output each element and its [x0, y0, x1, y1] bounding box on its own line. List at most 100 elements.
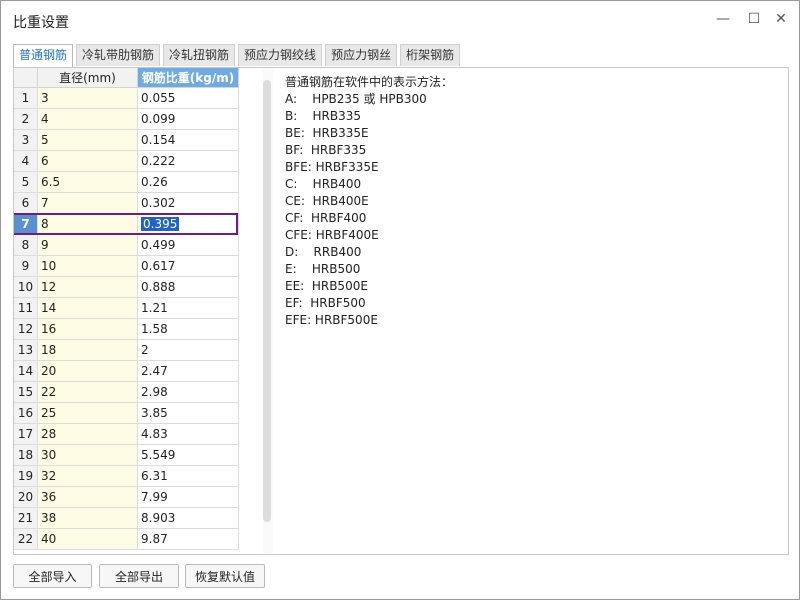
row-number[interactable]: 9 [14, 256, 38, 277]
row-number[interactable]: 14 [14, 361, 38, 382]
table-row[interactable]: 16 25 3.85 [14, 403, 239, 424]
weight-cell[interactable]: 8.903 [138, 508, 239, 529]
row-number[interactable]: 3 [14, 130, 38, 151]
diameter-cell[interactable]: 10 [38, 256, 138, 277]
maximize-button[interactable]: ☐ [741, 7, 767, 31]
table-row[interactable]: 5 6.5 0.26 [14, 172, 239, 193]
row-number[interactable]: 20 [14, 487, 38, 508]
weight-cell[interactable]: 6.31 [138, 466, 239, 487]
row-number[interactable]: 12 [14, 319, 38, 340]
table-row[interactable]: 9 10 0.617 [14, 256, 239, 277]
table-row[interactable]: 11 14 1.21 [14, 298, 239, 319]
row-number[interactable]: 13 [14, 340, 38, 361]
tab-0[interactable]: 普通钢筋 [13, 44, 74, 67]
weight-cell[interactable]: 5.549 [138, 445, 239, 466]
weight-cell[interactable]: 9.87 [138, 529, 239, 550]
diameter-cell[interactable]: 20 [38, 361, 138, 382]
weight-cell[interactable]: 0.888 [138, 277, 239, 298]
header-diameter[interactable]: 直径(mm) [38, 68, 138, 88]
row-number[interactable]: 17 [14, 424, 38, 445]
weight-cell[interactable]: 0.395 [138, 214, 239, 235]
row-number[interactable]: 11 [14, 298, 38, 319]
diameter-cell[interactable]: 8 [38, 214, 138, 235]
row-number[interactable]: 21 [14, 508, 38, 529]
diameter-cell[interactable]: 6.5 [38, 172, 138, 193]
diameter-cell[interactable]: 22 [38, 382, 138, 403]
row-number[interactable]: 10 [14, 277, 38, 298]
weight-cell[interactable]: 7.99 [138, 487, 239, 508]
table-row[interactable]: 2 4 0.099 [14, 109, 239, 130]
table-row[interactable]: 12 16 1.58 [14, 319, 239, 340]
table-row[interactable]: 17 28 4.83 [14, 424, 239, 445]
table-row[interactable]: 10 12 0.888 [14, 277, 239, 298]
weight-cell[interactable]: 0.617 [138, 256, 239, 277]
weight-cell[interactable]: 0.055 [138, 88, 239, 109]
diameter-cell[interactable]: 7 [38, 193, 138, 214]
table-row[interactable]: 20 36 7.99 [14, 487, 239, 508]
row-number[interactable]: 1 [14, 88, 38, 109]
tab-1[interactable]: 冷轧带肋钢筋 [76, 44, 161, 66]
weight-cell[interactable]: 4.83 [138, 424, 239, 445]
import-all-button[interactable]: 全部导入 [13, 564, 92, 588]
table-row[interactable]: 6 7 0.302 [14, 193, 239, 214]
row-number[interactable]: 19 [14, 466, 38, 487]
table-row[interactable]: 15 22 2.98 [14, 382, 239, 403]
weight-cell[interactable]: 2 [138, 340, 239, 361]
diameter-cell[interactable]: 25 [38, 403, 138, 424]
table-row[interactable]: 18 30 5.549 [14, 445, 239, 466]
diameter-cell[interactable]: 5 [38, 130, 138, 151]
minimize-button[interactable]: — [710, 7, 736, 31]
weight-cell[interactable]: 2.98 [138, 382, 239, 403]
table-row[interactable]: 13 18 2 [14, 340, 239, 361]
diameter-cell[interactable]: 32 [38, 466, 138, 487]
row-number[interactable]: 6 [14, 193, 38, 214]
tab-3[interactable]: 预应力钢绞线 [238, 44, 323, 66]
diameter-cell[interactable]: 38 [38, 508, 138, 529]
tab-5[interactable]: 桁架钢筋 [400, 44, 461, 66]
diameter-cell[interactable]: 36 [38, 487, 138, 508]
export-all-button[interactable]: 全部导出 [99, 564, 179, 588]
restore-default-button[interactable]: 恢复默认值 [185, 564, 265, 588]
weight-cell[interactable]: 1.21 [138, 298, 239, 319]
tab-4[interactable]: 预应力钢丝 [325, 44, 398, 66]
row-number[interactable]: 16 [14, 403, 38, 424]
tab-2[interactable]: 冷轧扭钢筋 [163, 44, 236, 66]
diameter-cell[interactable]: 12 [38, 277, 138, 298]
table-row[interactable]: 4 6 0.222 [14, 151, 239, 172]
scrollbar-thumb[interactable] [263, 80, 271, 522]
weight-cell[interactable]: 3.85 [138, 403, 239, 424]
table-row[interactable]: 14 20 2.47 [14, 361, 239, 382]
weight-cell[interactable]: 0.302 [138, 193, 239, 214]
weight-cell[interactable]: 0.222 [138, 151, 239, 172]
weight-cell[interactable]: 0.154 [138, 130, 239, 151]
row-number[interactable]: 7 [14, 214, 38, 235]
close-button[interactable]: ✕ [768, 7, 794, 31]
row-number[interactable]: 22 [14, 529, 38, 550]
table-row[interactable]: 8 9 0.499 [14, 235, 239, 256]
diameter-cell[interactable]: 28 [38, 424, 138, 445]
weight-cell[interactable]: 0.499 [138, 235, 239, 256]
diameter-cell[interactable]: 40 [38, 529, 138, 550]
weight-cell[interactable]: 1.58 [138, 319, 239, 340]
table-row[interactable]: 19 32 6.31 [14, 466, 239, 487]
diameter-cell[interactable]: 9 [38, 235, 138, 256]
diameter-cell[interactable]: 14 [38, 298, 138, 319]
table-row[interactable]: 21 38 8.903 [14, 508, 239, 529]
row-number[interactable]: 15 [14, 382, 38, 403]
header-weight[interactable]: 钢筋比重(kg/m) [138, 68, 239, 88]
row-number[interactable]: 5 [14, 172, 38, 193]
table-row[interactable]: 1 3 0.055 [14, 88, 239, 109]
table-row[interactable]: 3 5 0.154 [14, 130, 239, 151]
selected-weight-text[interactable]: 0.395 [141, 217, 180, 231]
diameter-cell[interactable]: 3 [38, 88, 138, 109]
diameter-cell[interactable]: 6 [38, 151, 138, 172]
table-row[interactable]: 7 8 0.395 [14, 214, 239, 235]
row-number[interactable]: 4 [14, 151, 38, 172]
table-row[interactable]: 22 40 9.87 [14, 529, 239, 550]
diameter-cell[interactable]: 18 [38, 340, 138, 361]
diameter-cell[interactable]: 16 [38, 319, 138, 340]
weight-cell[interactable]: 2.47 [138, 361, 239, 382]
diameter-cell[interactable]: 4 [38, 109, 138, 130]
weight-cell[interactable]: 0.26 [138, 172, 239, 193]
weight-cell[interactable]: 0.099 [138, 109, 239, 130]
